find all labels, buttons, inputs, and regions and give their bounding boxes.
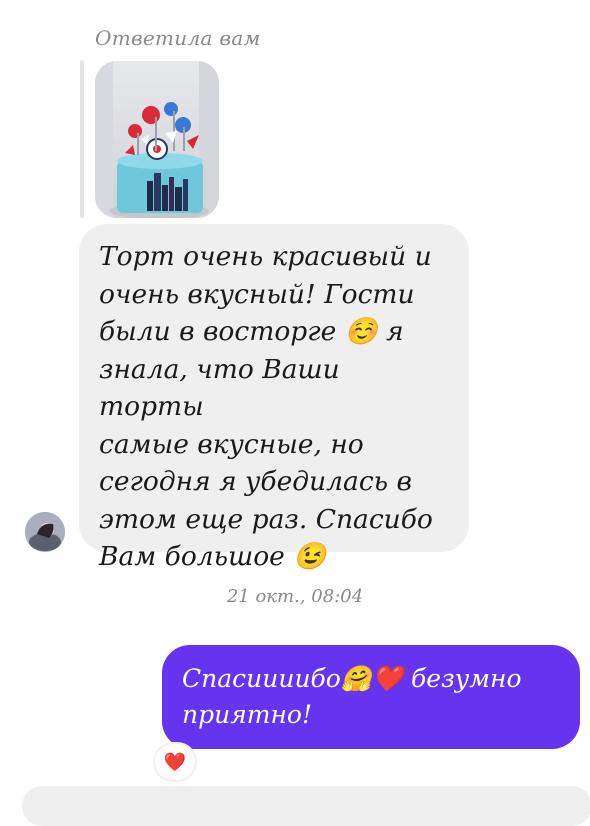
- outgoing-message-bubble[interactable]: Спасиииибо🤗❤️ безумно приятно!: [162, 645, 580, 749]
- replied-photo-thumbnail[interactable]: [95, 61, 219, 218]
- cake-photo-icon: [95, 61, 219, 218]
- incoming-message-bubble[interactable]: Торт очень красивый и очень вкусный! Гос…: [79, 224, 469, 572]
- reply-label: Ответила вам: [95, 26, 261, 50]
- avatar-photo-icon: [25, 512, 65, 552]
- heart-icon: ❤️: [163, 751, 187, 773]
- outgoing-message-text: Спасиииибо🤗❤️ безумно приятно!: [182, 664, 522, 729]
- message-timestamp: 21 окт., 08:04: [226, 586, 364, 607]
- reply-indicator-bar: [80, 60, 84, 218]
- incoming-message-text: Торт очень красивый и очень вкусный! Гос…: [99, 241, 433, 572]
- heart-reaction[interactable]: ❤️: [155, 744, 195, 780]
- sender-avatar[interactable]: [25, 512, 65, 552]
- next-message-bubble-partial: [22, 786, 590, 826]
